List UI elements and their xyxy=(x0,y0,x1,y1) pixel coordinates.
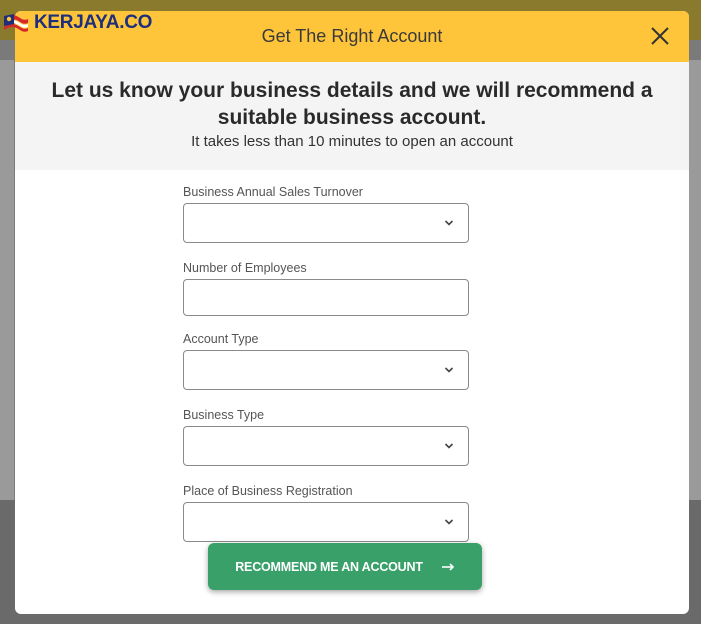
field-label: Business Type xyxy=(183,408,265,422)
chevron-down-icon xyxy=(444,443,454,449)
close-icon[interactable] xyxy=(649,25,671,47)
modal-intro: Let us know your business details and we… xyxy=(15,62,689,170)
field-label: Place of Business Registration xyxy=(183,484,353,498)
account-type-select[interactable] xyxy=(183,350,469,390)
recommend-button-label: RECOMMEND ME AN ACCOUNT xyxy=(235,559,423,574)
intro-subheading: It takes less than 10 minutes to open an… xyxy=(191,133,513,150)
brand-logo-text: KERJAYA.CO xyxy=(34,12,153,33)
intro-heading: Let us know your business details and we… xyxy=(51,79,653,129)
field-employees: Number of Employees xyxy=(183,261,469,316)
employees-input[interactable] xyxy=(183,279,469,316)
registration-place-select[interactable] xyxy=(183,502,469,542)
arrow-right-icon xyxy=(441,562,454,571)
field-label: Account Type xyxy=(183,332,259,346)
background-right-strip xyxy=(689,60,701,500)
chevron-down-icon xyxy=(444,367,454,373)
chevron-down-icon xyxy=(444,220,454,226)
flag-icon xyxy=(4,14,28,32)
account-recommendation-modal: Get The Right Account Let us know your b… xyxy=(15,11,689,614)
field-sales-turnover: Business Annual Sales Turnover xyxy=(183,185,469,243)
field-account-type: Account Type xyxy=(183,332,469,390)
sales-turnover-select[interactable] xyxy=(183,203,469,243)
field-business-type: Business Type xyxy=(183,408,469,466)
recommend-account-button[interactable]: RECOMMEND ME AN ACCOUNT xyxy=(208,543,482,590)
business-type-select[interactable] xyxy=(183,426,469,466)
field-registration-place: Place of Business Registration xyxy=(183,484,469,542)
field-label: Number of Employees xyxy=(183,261,307,275)
background-left-strip xyxy=(0,60,14,500)
field-label: Business Annual Sales Turnover xyxy=(183,185,363,199)
modal-title: Get The Right Account xyxy=(261,26,443,46)
brand-logo[interactable]: KERJAYA.CO xyxy=(2,8,152,38)
recommendation-form: Business Annual Sales Turnover Number of… xyxy=(15,170,689,590)
chevron-down-icon xyxy=(444,519,454,525)
